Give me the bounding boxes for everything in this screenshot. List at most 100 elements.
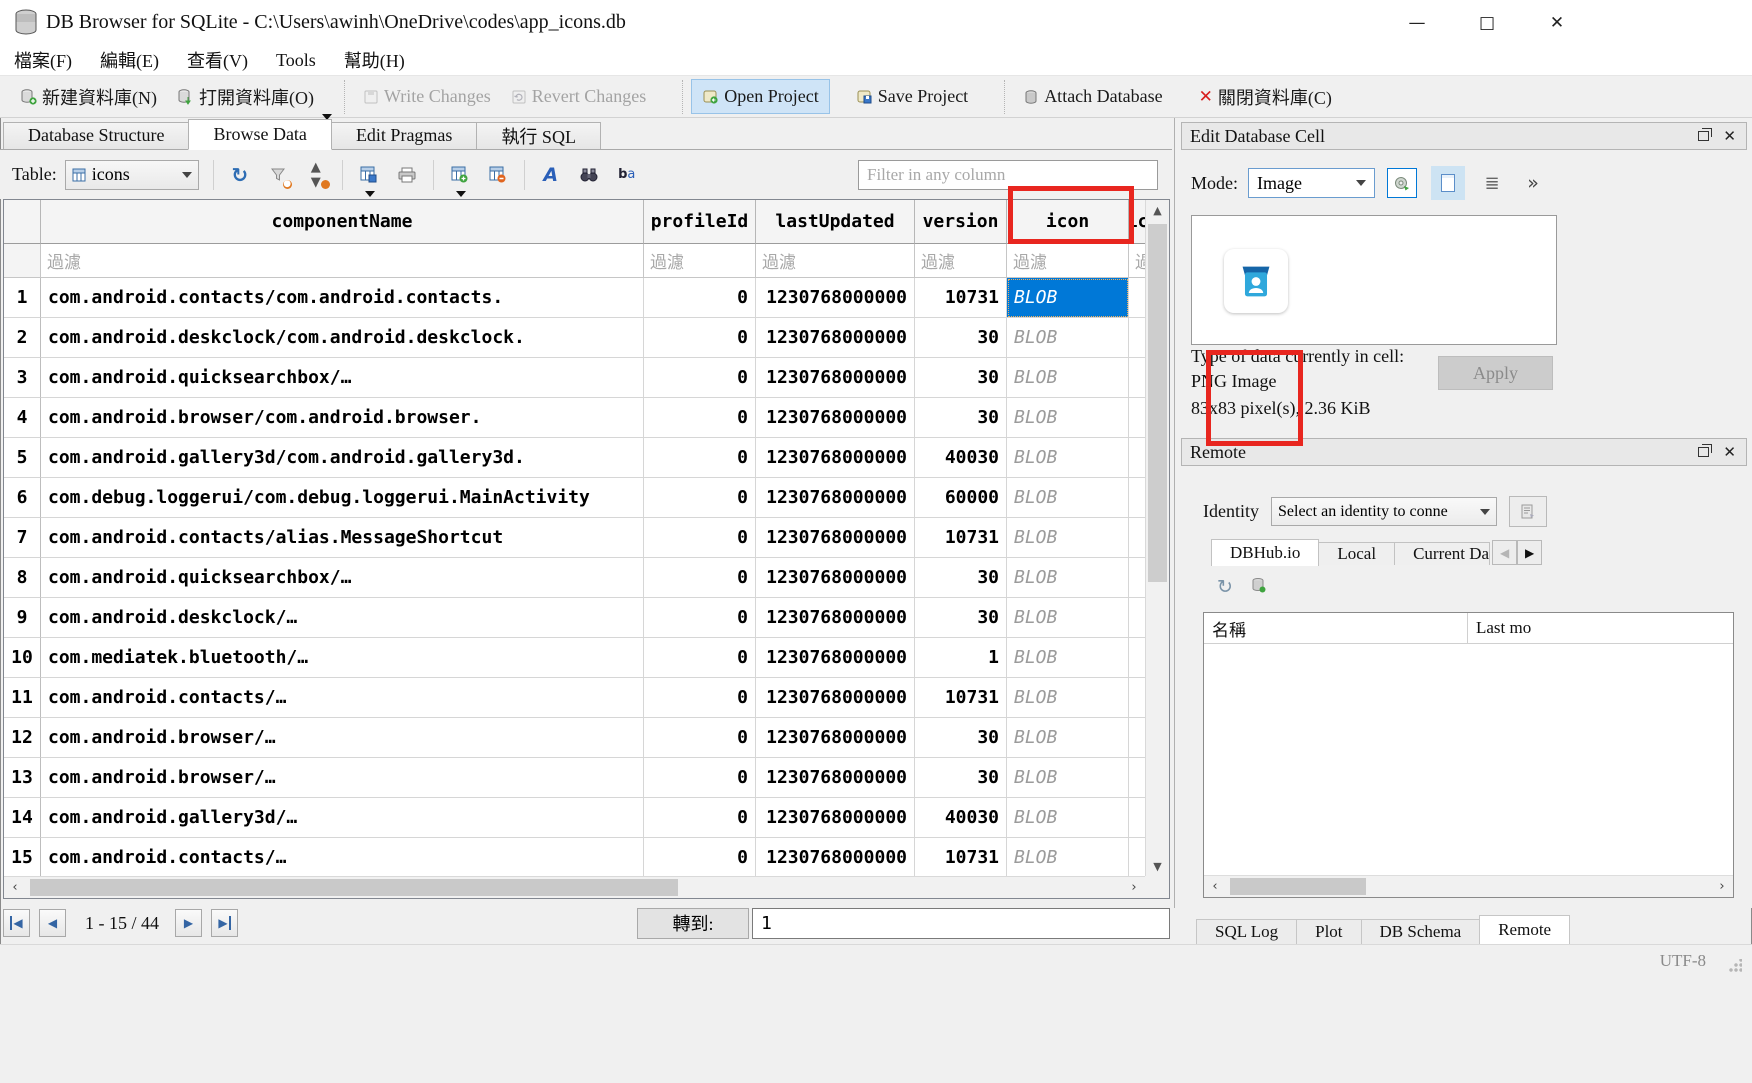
horizontal-scrollbar[interactable]: ‹ › (4, 876, 1145, 898)
cell-profileId[interactable]: 0 (644, 838, 756, 876)
cell-version[interactable]: 10731 (915, 678, 1007, 718)
column-header-lastUpdated[interactable]: lastUpdated (756, 200, 915, 244)
cell-icon[interactable]: BLOB (1007, 598, 1129, 638)
cell-lastUpdated[interactable]: 1230768000000 (756, 358, 915, 398)
print-button[interactable] (394, 162, 420, 188)
undock-icon[interactable] (1698, 447, 1709, 457)
cell-profileId[interactable]: 0 (644, 398, 756, 438)
remote-scroll-thumb[interactable] (1230, 878, 1366, 895)
maximize-button[interactable]: □ (1452, 0, 1522, 45)
tab-edit-pragmas[interactable]: Edit Pragmas (331, 122, 478, 149)
cell-profileId[interactable]: 0 (644, 278, 756, 318)
cell-componentName[interactable]: com.android.deskclock/… (41, 598, 644, 638)
column-header-version[interactable]: version (915, 200, 1007, 244)
cell-partial[interactable] (1129, 318, 1145, 358)
previous-record-button[interactable]: ◀ (39, 909, 66, 937)
cell-icon[interactable]: BLOB (1007, 558, 1129, 598)
remote-scroll-right-arrow[interactable]: › (1711, 876, 1733, 897)
cell-componentName[interactable]: com.android.contacts/alias.MessageShortc… (41, 518, 644, 558)
cell-lastUpdated[interactable]: 1230768000000 (756, 758, 915, 798)
cell-partial[interactable] (1129, 798, 1145, 838)
filter-input-partial[interactable]: 過濾 (1129, 244, 1145, 278)
cell-partial[interactable] (1129, 278, 1145, 318)
cell-icon[interactable]: BLOB (1007, 758, 1129, 798)
next-record-button[interactable]: ▶ (175, 909, 202, 937)
table-selector[interactable]: icons (65, 160, 199, 190)
cell-componentName[interactable]: com.android.browser/com.android.browser. (41, 398, 644, 438)
revert-changes-button[interactable]: Revert Changes (501, 80, 656, 113)
cell-componentName[interactable]: com.android.quicksearchbox/… (41, 358, 644, 398)
remote-scroll-left-arrow[interactable]: ‹ (1204, 876, 1226, 897)
cell-partial[interactable] (1129, 358, 1145, 398)
undock-icon[interactable] (1698, 131, 1709, 141)
cell-profileId[interactable]: 0 (644, 518, 756, 558)
cell-lastUpdated[interactable]: 1230768000000 (756, 558, 915, 598)
cell-num[interactable]: 1 (4, 278, 41, 318)
tab-browse-data[interactable]: Browse Data (188, 119, 331, 150)
cell-num[interactable]: 11 (4, 678, 41, 718)
cell-componentName[interactable]: com.android.contacts/com.android.contact… (41, 278, 644, 318)
cell-num[interactable]: 12 (4, 718, 41, 758)
cell-icon[interactable]: BLOB (1007, 438, 1129, 478)
insert-record-caret[interactable] (456, 191, 466, 197)
new-database-button[interactable]: 新建資料庫(N) (10, 78, 167, 116)
cell-version[interactable]: 30 (915, 318, 1007, 358)
cell-partial[interactable] (1129, 558, 1145, 598)
replace-button[interactable]: ba (614, 162, 640, 188)
cell-lastUpdated[interactable]: 1230768000000 (756, 478, 915, 518)
cell-lastUpdated[interactable]: 1230768000000 (756, 718, 915, 758)
cell-profileId[interactable]: 0 (644, 318, 756, 358)
cell-componentName[interactable]: com.android.gallery3d/com.android.galler… (41, 438, 644, 478)
cell-lastUpdated[interactable]: 1230768000000 (756, 398, 915, 438)
menu-tools[interactable]: Tools (262, 45, 330, 75)
cell-icon[interactable]: BLOB (1007, 678, 1129, 718)
dock-tab-db-schema[interactable]: DB Schema (1361, 919, 1481, 944)
cell-componentName[interactable]: com.android.gallery3d/… (41, 798, 644, 838)
cell-num[interactable]: 4 (4, 398, 41, 438)
word-wrap-button[interactable]: ≣ (1477, 168, 1507, 198)
cell-lastUpdated[interactable]: 1230768000000 (756, 598, 915, 638)
cell-num[interactable]: 8 (4, 558, 41, 598)
remote-tab-local[interactable]: Local (1318, 542, 1395, 565)
cell-num[interactable]: 13 (4, 758, 41, 798)
column-header-profileId[interactable]: profileId (644, 200, 756, 244)
column-header-num[interactable] (4, 200, 41, 244)
cell-icon[interactable]: BLOB (1007, 718, 1129, 758)
write-changes-button[interactable]: Write Changes (353, 80, 501, 113)
cell-partial[interactable] (1129, 438, 1145, 478)
remote-list-column-last-modified[interactable]: Last mo (1468, 613, 1733, 643)
cell-version[interactable]: 40030 (915, 438, 1007, 478)
filter-input-componentName[interactable]: 過濾 (41, 244, 644, 278)
close-button[interactable]: ✕ (1522, 0, 1592, 45)
cell-version[interactable]: 1 (915, 638, 1007, 678)
first-record-button[interactable]: ◀ (3, 909, 30, 937)
cell-lastUpdated[interactable]: 1230768000000 (756, 278, 915, 318)
apply-button[interactable]: Apply (1438, 356, 1553, 390)
last-record-button[interactable]: ▶ (211, 909, 238, 937)
tab-scroll-left-button[interactable]: ◀ (1492, 540, 1517, 565)
cell-lastUpdated[interactable]: 1230768000000 (756, 638, 915, 678)
scroll-left-arrow[interactable]: ‹ (4, 877, 26, 898)
dock-tab-plot[interactable]: Plot (1296, 919, 1361, 944)
cell-componentName[interactable]: com.mediatek.bluetooth/… (41, 638, 644, 678)
open-database-button[interactable]: 打開資料庫(O) (167, 78, 324, 116)
scroll-down-arrow[interactable]: ▼ (1146, 856, 1169, 876)
cell-num[interactable]: 7 (4, 518, 41, 558)
remote-upload-button[interactable] (1251, 576, 1266, 598)
cell-partial[interactable] (1129, 718, 1145, 758)
cell-componentName[interactable]: com.debug.loggerui/com.debug.loggerui.Ma… (41, 478, 644, 518)
cell-partial[interactable] (1129, 838, 1145, 876)
view-as-text-button[interactable] (1431, 166, 1465, 200)
cell-componentName[interactable]: com.android.browser/… (41, 758, 644, 798)
dock-tab-remote[interactable]: Remote (1479, 915, 1570, 944)
horizontal-scroll-thumb[interactable] (30, 879, 678, 896)
remote-refresh-button[interactable]: ↻ (1217, 576, 1233, 598)
cell-version[interactable]: 30 (915, 758, 1007, 798)
save-results-caret[interactable] (365, 191, 375, 197)
cell-version[interactable]: 30 (915, 358, 1007, 398)
goto-record-input[interactable] (752, 908, 1170, 939)
cell-partial[interactable] (1129, 678, 1145, 718)
refresh-button[interactable]: ↻ (227, 162, 253, 188)
scroll-up-arrow[interactable]: ▲ (1146, 200, 1169, 220)
panel-close-icon[interactable]: ✕ (1723, 127, 1736, 145)
